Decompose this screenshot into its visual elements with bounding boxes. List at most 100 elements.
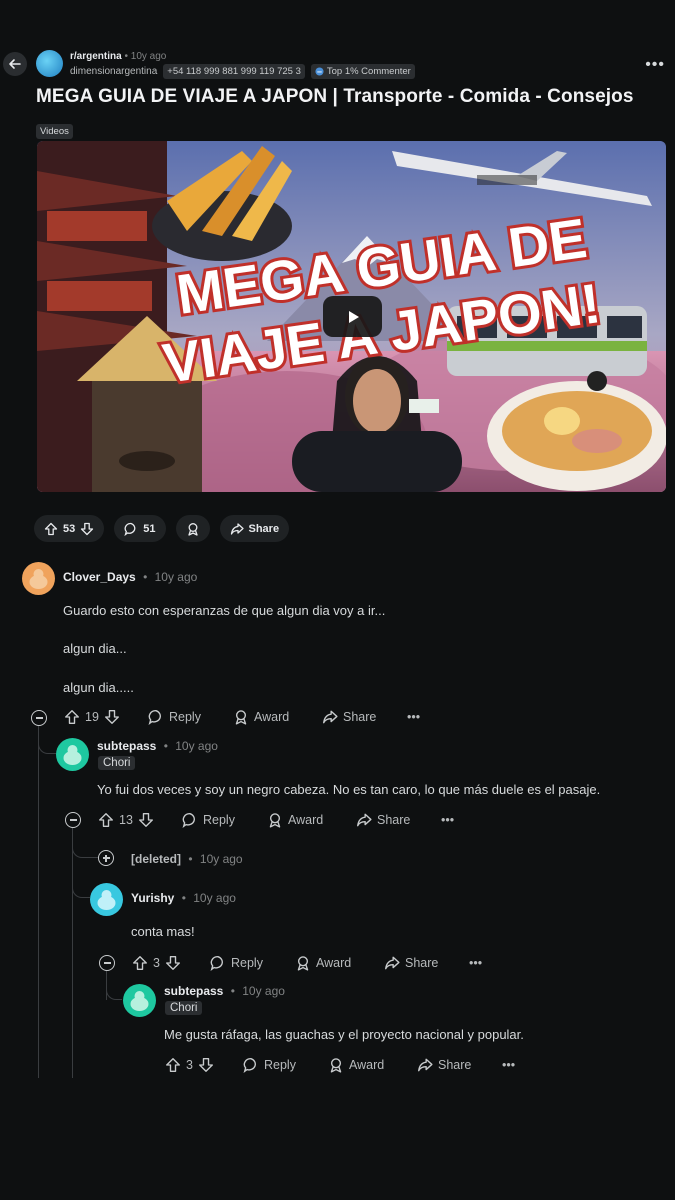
upvote-icon[interactable] [64,709,80,725]
downvote-icon[interactable] [138,812,154,828]
comment-icon [243,1058,256,1073]
upvote-icon[interactable] [165,1057,181,1073]
award-button[interactable]: Award [295,955,384,971]
avatar[interactable] [22,562,55,595]
reply-label: Reply [169,710,201,724]
comment-text: conta mas! [131,924,195,939]
user-flair: +54 118 999 881 999 119 725 3 [163,64,305,79]
top-commenter-badge: Top 1% Commenter [310,64,415,79]
thread-elbow [38,726,58,754]
share-label: Share [343,710,377,724]
separator-dot: • [181,891,186,905]
comment-icon [148,710,161,725]
downvote-icon[interactable] [80,522,94,536]
expand-icon[interactable] [98,850,114,866]
comment-username[interactable]: subtepass [97,739,156,753]
downvote-icon[interactable] [104,709,120,725]
separator-dot: • [230,984,235,998]
more-options-icon[interactable]: ••• [441,813,454,827]
post-header: r/argentina • 10y ago dimensionargentina… [36,50,415,79]
upvote-icon[interactable] [98,812,114,828]
comment-username[interactable]: Yurishy [131,891,174,905]
award-label: Award [349,1058,385,1072]
award-icon [269,813,281,828]
award-icon [235,710,247,725]
collapse-icon[interactable] [31,710,47,726]
separator-dot: • [188,852,193,866]
share-label: Share [438,1058,472,1072]
comment-vote-count: 19 [85,710,99,724]
post-title[interactable]: MEGA GUIA DE VIAJE A JAPON | Transporte … [36,86,634,108]
more-options-icon[interactable]: ••• [407,710,420,724]
user-flair: Chori [165,1001,203,1015]
share-button[interactable]: Share [417,1057,502,1073]
reply-button[interactable]: Reply [210,955,295,971]
downvote-icon[interactable] [165,955,181,971]
comment-text: algun dia... [63,641,127,656]
post-actions: 53 51 Share [34,515,290,542]
comment-count: 51 [143,522,156,535]
separator-dot: • [143,570,148,584]
upvote-icon[interactable] [132,955,148,971]
more-options-icon[interactable]: ••• [469,956,482,970]
comment-time: 10y ago [193,891,236,905]
share-button[interactable]: Share [384,955,469,971]
award-icon [297,956,309,971]
subreddit-link[interactable]: r/argentina [70,51,122,62]
award-button[interactable]: Award [267,812,356,828]
comment-username: [deleted] [131,852,182,866]
avatar[interactable] [56,738,89,771]
comment-vote-count: 3 [153,956,160,970]
back-button[interactable] [3,52,27,76]
separator-dot: • [124,51,128,62]
award-button[interactable]: Award [233,709,322,725]
award-label: Award [254,710,290,724]
thread-elbow [72,828,98,858]
share-button[interactable]: Share [356,812,441,828]
comment-icon [124,522,136,536]
top-commenter-label: Top 1% Commenter [326,66,411,77]
share-button[interactable]: Share [219,515,290,542]
share-button[interactable]: Share [322,709,407,725]
separator-dot: • [163,739,168,753]
comment-username[interactable]: subtepass [164,984,223,998]
play-button[interactable] [323,296,382,337]
reply-label: Reply [203,813,235,827]
comment-icon [210,956,223,971]
comment-time: 10y ago [175,739,218,753]
upvote-icon[interactable] [44,522,58,536]
comment-vote-count: 13 [119,813,133,827]
collapse-icon[interactable] [99,955,115,971]
share-label: Share [377,813,411,827]
comments-button[interactable]: 51 [114,515,166,542]
collapse-icon[interactable] [65,812,81,828]
reply-button[interactable]: Reply [243,1057,328,1073]
snoo-avatar-icon [29,569,48,589]
snoo-avatar-icon [97,890,116,910]
share-icon [418,1058,433,1072]
author-link[interactable]: dimensionargentina [70,65,157,78]
comment-time: 10y ago [199,852,243,866]
avatar[interactable] [123,984,156,1017]
reply-button[interactable]: Reply [148,709,233,725]
post-flair-tag[interactable]: Videos [36,124,73,139]
award-button[interactable] [175,515,210,542]
more-options-icon[interactable]: ••• [645,56,665,74]
subreddit-avatar[interactable] [36,50,63,77]
user-flair: Chori [98,756,136,770]
play-icon [348,310,359,323]
share-icon [385,956,400,970]
comment-icon [182,813,195,828]
comment-username[interactable]: Clover_Days [63,570,136,584]
downvote-icon[interactable] [198,1057,214,1073]
more-options-icon[interactable]: ••• [502,1058,515,1072]
award-button[interactable]: Award [328,1057,417,1073]
share-label: Share [405,956,439,970]
reply-button[interactable]: Reply [182,812,267,828]
comment-time: 10y ago [242,984,285,998]
avatar[interactable] [90,883,123,916]
thread-line [38,726,39,1078]
comment-text: Yo fui dos veces y soy un negro cabeza. … [97,782,601,797]
share-icon [323,710,338,724]
top-commenter-icon [315,67,324,76]
